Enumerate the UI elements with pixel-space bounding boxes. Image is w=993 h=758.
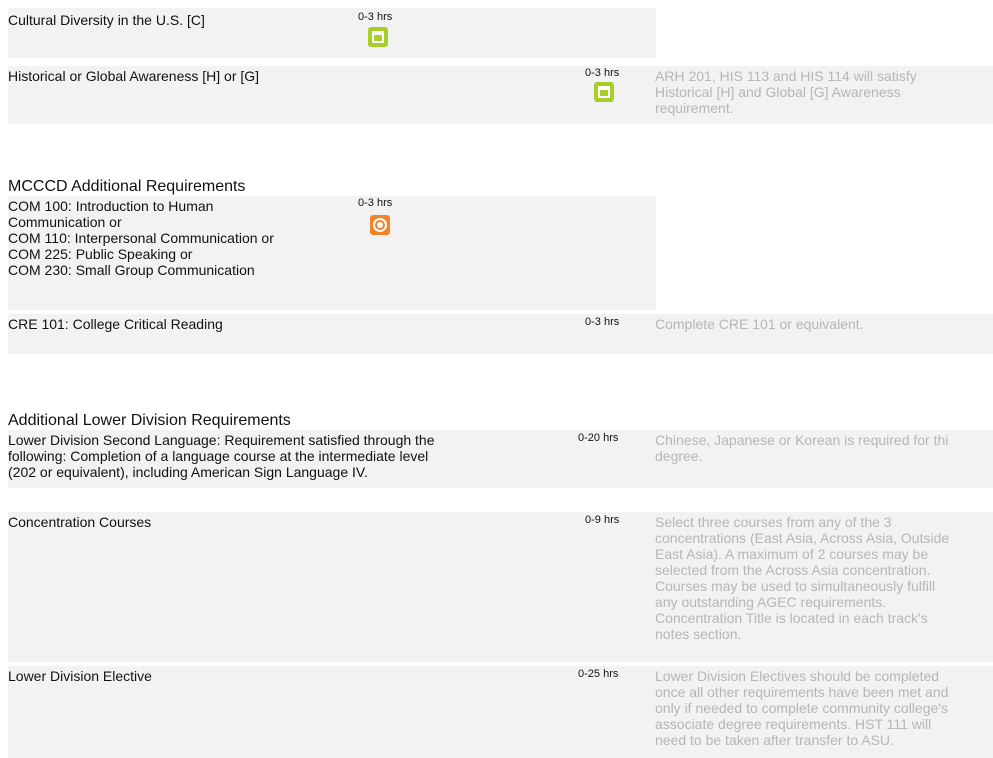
requirement-title: Concentration Courses <box>8 514 152 530</box>
requirement-title: Lower Division Elective <box>8 668 152 684</box>
requirement-note: Select three courses from any of the 3 c… <box>655 514 950 642</box>
requirement-title: CRE 101: College Critical Reading <box>8 316 223 332</box>
requirement-note: Lower Division Electives should be compl… <box>655 668 949 748</box>
requirement-hours: 0-3 hrs <box>358 11 393 23</box>
requirement-hours: 0-3 hrs <box>585 316 620 328</box>
requirement-hours: 0-3 hrs <box>585 67 620 79</box>
requirement-row-second-language: Lower Division Second Language: Requirem… <box>8 430 993 488</box>
section-heading-mcccd: MCCCD Additional Requirements <box>8 178 246 195</box>
requirement-hours: 0-20 hrs <box>578 432 619 444</box>
green-document-star-icon: ★ <box>594 82 614 102</box>
requirement-note: ARH 201, HIS 113 and HIS 114 will satisf… <box>655 68 917 116</box>
requirement-row-com: COM 100: Introduction to Human Communica… <box>8 196 656 310</box>
section-heading-additional: Additional Lower Division Requirements <box>8 412 291 429</box>
requirement-row-cre: CRE 101: College Critical Reading 0-3 hr… <box>8 314 993 354</box>
green-document-star-icon: ★ <box>368 27 388 47</box>
requirement-row-cultural-diversity: Cultural Diversity in the U.S. [C] 0-3 h… <box>8 8 656 58</box>
requirement-row-concentration: Concentration Courses 0-9 hrs Select thr… <box>8 512 993 662</box>
requirement-title: Lower Division Second Language: Requirem… <box>8 432 435 480</box>
requirement-title: COM 100: Introduction to Human Communica… <box>8 198 274 278</box>
requirement-title: Historical or Global Awareness [H] or [G… <box>8 68 260 84</box>
requirement-hours: 0-25 hrs <box>578 668 619 680</box>
requirement-note: Chinese, Japanese or Korean is required … <box>655 432 949 464</box>
orange-target-icon <box>370 215 390 235</box>
requirement-note: Complete CRE 101 or equivalent. <box>655 316 864 332</box>
requirement-hours: 0-3 hrs <box>358 197 393 209</box>
requirement-row-historical-global: Historical or Global Awareness [H] or [G… <box>8 66 993 124</box>
requirement-row-elective: Lower Division Elective 0-25 hrs Lower D… <box>8 666 993 758</box>
requirement-title: Cultural Diversity in the U.S. [C] <box>8 12 205 28</box>
requirement-hours: 0-9 hrs <box>585 514 620 526</box>
